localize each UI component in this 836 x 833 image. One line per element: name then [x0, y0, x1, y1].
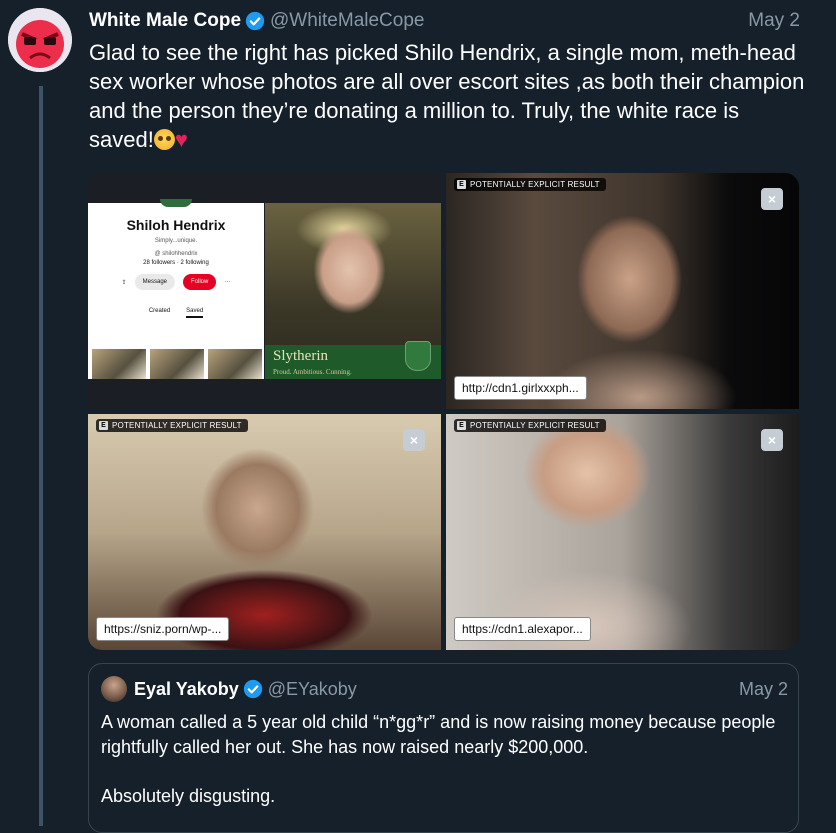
image-url[interactable]: https://sniz.porn/wp-... — [96, 617, 230, 641]
house-title: Slytherin — [273, 348, 328, 364]
quoted-author-name[interactable]: Eyal Yakoby — [134, 679, 239, 700]
quoted-paragraph-1: A woman called a 5 year old child “n*gg*… — [101, 712, 776, 757]
explicit-badge: E POTENTIALLY EXPLICIT RESULT — [454, 419, 606, 432]
image-url[interactable]: http://cdn1.girlxxxph... — [454, 376, 587, 400]
explicit-label: POTENTIALLY EXPLICIT RESULT — [470, 180, 600, 189]
slytherin-crest-icon — [405, 341, 431, 371]
profile-bio: Simply...unique. — [154, 238, 198, 244]
close-icon[interactable]: × — [761, 429, 783, 451]
quoted-author-handle[interactable]: @EYakoby — [268, 679, 357, 700]
quoted-tweet-header: Eyal Yakoby @EYakoby May 2 — [101, 676, 788, 702]
profile-avatar — [160, 199, 192, 207]
quoted-tweet-text: A woman called a 5 year old child “n*gg*… — [101, 710, 791, 809]
explicit-label: POTENTIALLY EXPLICIT RESULT — [112, 421, 242, 430]
tweet-date[interactable]: May 2 — [748, 10, 800, 32]
profile-tabs: Created Saved — [88, 308, 264, 318]
close-icon[interactable]: × — [403, 429, 425, 451]
quoted-paragraph-2: Absolutely disgusting. — [101, 786, 276, 806]
pinterest-profile-card: Shiloh Hendrix Simply...unique. @ shiloh… — [88, 199, 264, 379]
pleading-face-icon — [153, 129, 175, 150]
explicit-badge: E POTENTIALLY EXPLICIT RESULT — [454, 178, 606, 191]
angry-face-avatar-icon — [8, 8, 72, 72]
media-image-2[interactable]: E POTENTIALLY EXPLICIT RESULT × http://c… — [446, 173, 799, 409]
author-name[interactable]: White Male Cope — [89, 10, 241, 32]
profile-actions: ⇪ Message Follow ··· — [88, 274, 264, 290]
verified-badge-icon — [245, 11, 265, 31]
explicit-icon: E — [457, 180, 466, 189]
tweet-header: White Male Cope @WhiteMaleCope May 2 — [89, 9, 800, 33]
author-handle[interactable]: @WhiteMaleCope — [270, 10, 424, 32]
slytherin-photo: Slytherin Proud. Ambitious. Cunning. — [265, 203, 441, 379]
explicit-icon: E — [99, 421, 108, 430]
verified-badge-icon — [243, 679, 262, 699]
pin-thumbnails — [92, 349, 262, 379]
author-avatar[interactable] — [8, 8, 72, 72]
image-url[interactable]: https://cdn1.alexapor... — [454, 617, 591, 641]
media-image-4[interactable]: E POTENTIALLY EXPLICIT RESULT × https://… — [446, 414, 799, 650]
tab-created: Created — [148, 308, 171, 314]
quoted-author-avatar[interactable] — [101, 676, 127, 702]
thread-line — [39, 86, 43, 826]
tab-saved: Saved — [186, 308, 204, 318]
explicit-badge: E POTENTIALLY EXPLICIT RESULT — [96, 419, 248, 432]
profile-handle: @ shilohhendrix — [154, 251, 198, 257]
tweet-text: Glad to see the right has picked Shilo H… — [89, 38, 809, 154]
quoted-tweet[interactable]: Eyal Yakoby @EYakoby May 2 A woman calle… — [88, 663, 799, 833]
house-motto: Proud. Ambitious. Cunning. — [273, 368, 352, 376]
quoted-tweet-date[interactable]: May 2 — [739, 679, 788, 700]
explicit-label: POTENTIALLY EXPLICIT RESULT — [470, 421, 600, 430]
profile-counts: 28 followers · 2 following — [143, 260, 209, 266]
tweet-body: Glad to see the right has picked Shilo H… — [89, 40, 805, 152]
close-icon[interactable]: × — [761, 188, 783, 210]
media-image-3[interactable]: E POTENTIALLY EXPLICIT RESULT × https://… — [88, 414, 441, 650]
follow-button: Follow — [183, 274, 217, 290]
heart-icon: ♥ — [174, 127, 188, 152]
explicit-icon: E — [457, 421, 466, 430]
message-button: Message — [134, 274, 176, 290]
media-image-1[interactable]: Shiloh Hendrix Simply...unique. @ shiloh… — [88, 173, 441, 409]
more-icon: ··· — [224, 279, 231, 285]
profile-name: Shiloh Hendrix — [126, 217, 226, 233]
share-icon: ⇪ — [121, 279, 127, 286]
media-grid: Shiloh Hendrix Simply...unique. @ shiloh… — [88, 173, 799, 650]
